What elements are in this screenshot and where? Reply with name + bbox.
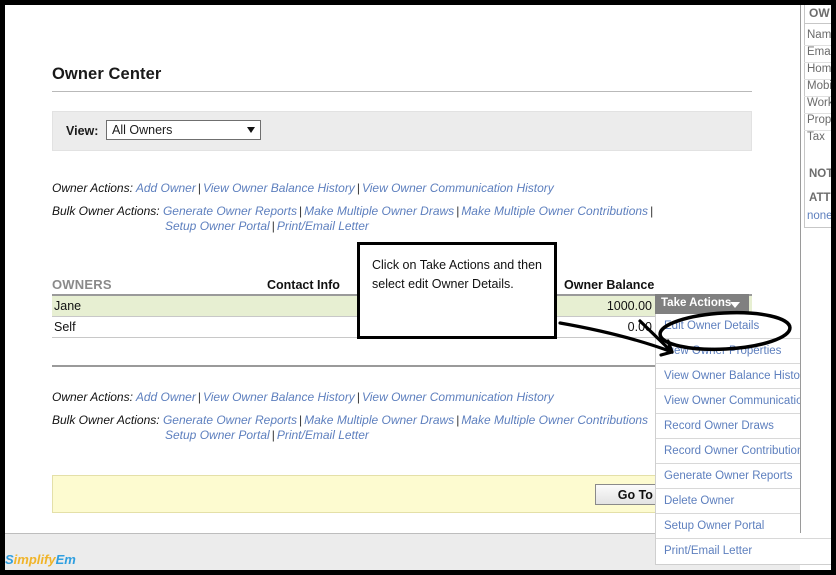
side-panel-attachments-heading: ATT — [809, 192, 831, 204]
link-make-multiple-owner-draws-top[interactable]: Make Multiple Owner Draws — [304, 204, 454, 218]
link-generate-owner-reports-top[interactable]: Generate Owner Reports — [163, 204, 297, 218]
table-bottom-divider — [52, 365, 752, 367]
link-view-owner-communication-history-bottom[interactable]: View Owner Communication History — [362, 390, 554, 404]
link-view-owner-balance-history-top[interactable]: View Owner Balance History — [203, 181, 355, 195]
link-generate-owner-reports-bottom[interactable]: Generate Owner Reports — [163, 413, 297, 427]
take-actions-button[interactable]: Take Actions — [655, 294, 749, 314]
link-setup-owner-portal-bottom[interactable]: Setup Owner Portal — [165, 428, 270, 442]
link-add-owner-bottom[interactable]: Add Owner — [136, 390, 196, 404]
link-print-email-letter-bottom[interactable]: Print/Email Letter — [277, 428, 369, 442]
bulk-owner-actions-label-bottom: Bulk Owner Actions: — [52, 413, 160, 427]
side-panel-field-mobile: Mobi — [807, 80, 832, 92]
side-panel-field-email: Emai — [807, 46, 833, 58]
side-panel-title-divider — [804, 23, 836, 24]
cell-owner-name: Jane — [54, 299, 81, 313]
view-filter-bar: View: All Owners — [52, 111, 752, 151]
take-actions-label: Take Actions — [661, 297, 731, 309]
column-header-owners: OWNERS — [52, 277, 112, 292]
link-view-owner-communication-history-top[interactable]: View Owner Communication History — [362, 181, 554, 195]
annotation-callout-box: Click on Take Actions and then select ed… — [357, 242, 557, 339]
side-panel-field-name: Nam — [807, 29, 831, 41]
column-header-owner-balance: Owner Balance — [564, 278, 654, 292]
chevron-down-icon — [247, 127, 255, 133]
owner-actions-bottom: Owner Actions: Add Owner|View Owner Bala… — [52, 390, 554, 404]
side-panel-field-property: Prop — [807, 114, 831, 126]
link-make-multiple-owner-contributions-top[interactable]: Make Multiple Owner Contributions — [461, 204, 648, 218]
view-select-value: All Owners — [112, 123, 172, 137]
view-select[interactable]: All Owners — [106, 120, 261, 140]
side-panel-field-home: Hom — [807, 63, 831, 75]
screenshot-root: Owner Center View: All Owners Owner Acti… — [0, 0, 836, 575]
logo-part-3: Em — [56, 552, 76, 567]
side-panel-notes-heading: NOT — [809, 168, 833, 180]
logo-part-2: implify — [14, 552, 56, 567]
chevron-down-icon — [730, 302, 740, 308]
side-panel-field-work: Work — [807, 97, 834, 109]
menu-item-print-email-letter[interactable]: Print/Email Letter — [656, 539, 835, 564]
view-label: View: — [66, 124, 98, 138]
link-make-multiple-owner-contributions-bottom[interactable]: Make Multiple Owner Contributions — [461, 413, 648, 427]
link-setup-owner-portal-top[interactable]: Setup Owner Portal — [165, 219, 270, 233]
notice-bar: Go To W — [52, 475, 752, 513]
logo-part-1: S — [5, 552, 14, 567]
bulk-owner-actions-top-row2: Setup Owner Portal|Print/Email Letter — [165, 219, 369, 233]
bulk-owner-actions-bottom: Bulk Owner Actions: Generate Owner Repor… — [52, 413, 648, 427]
link-print-email-letter-top[interactable]: Print/Email Letter — [277, 219, 369, 233]
page-title: Owner Center — [52, 65, 161, 84]
simplifyem-logo: SimplifyEm — [5, 552, 76, 567]
link-make-multiple-owner-draws-bottom[interactable]: Make Multiple Owner Draws — [304, 413, 454, 427]
bulk-owner-actions-top: Bulk Owner Actions: Generate Owner Repor… — [52, 204, 655, 218]
title-divider — [52, 91, 752, 92]
link-view-owner-balance-history-bottom[interactable]: View Owner Balance History — [203, 390, 355, 404]
owner-detail-side-panel: OW Nam Emai Hom Mobi Work Prop Tax NOT A… — [800, 0, 836, 533]
bulk-owner-actions-label: Bulk Owner Actions: — [52, 204, 160, 218]
link-add-owner-top[interactable]: Add Owner — [136, 181, 196, 195]
owner-actions-label: Owner Actions: — [52, 181, 133, 195]
side-panel-title: OW — [809, 6, 830, 20]
column-header-contact-info: Contact Info — [267, 278, 340, 292]
bulk-owner-actions-bottom-row2: Setup Owner Portal|Print/Email Letter — [165, 428, 369, 442]
annotation-callout-text: Click on Take Actions and then select ed… — [372, 256, 552, 294]
cell-owner-name: Self — [54, 320, 76, 334]
owner-actions-top: Owner Actions: Add Owner|View Owner Bala… — [52, 181, 554, 195]
side-panel-attachments-value[interactable]: none — [807, 210, 833, 222]
owner-actions-label-bottom: Owner Actions: — [52, 390, 133, 404]
side-panel-field-tax: Tax — [807, 131, 825, 143]
